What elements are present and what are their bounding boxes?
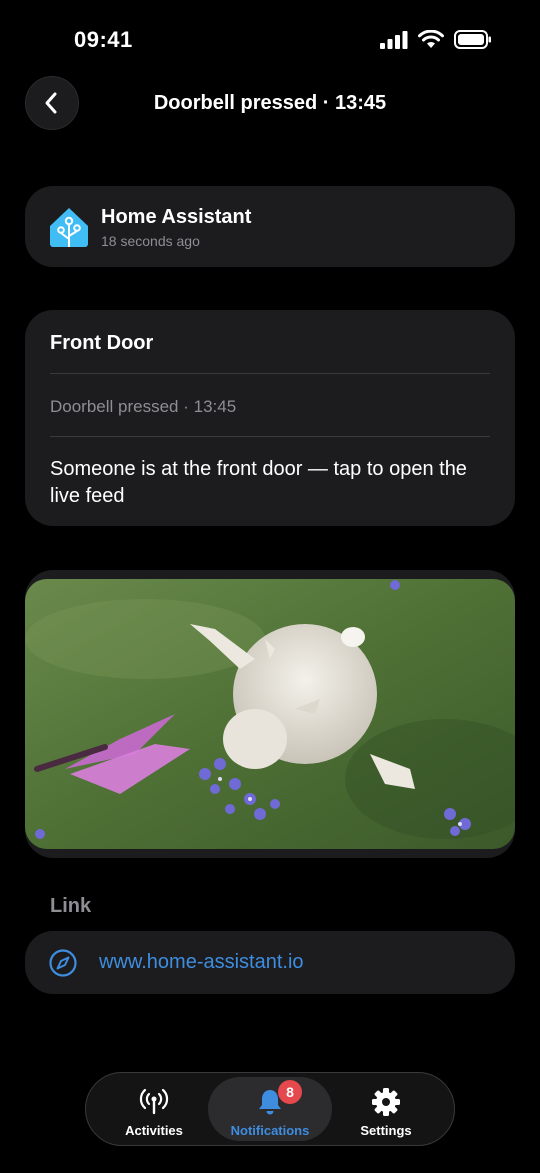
status-time: 09:41 [74,27,133,52]
notification-title: Front Door [50,332,154,354]
compass-icon [49,949,77,977]
status-bar: 09:41 [0,0,540,80]
antenna-icon [139,1088,169,1115]
app-name: Home Assistant [101,206,252,228]
link-row[interactable]: www.home-assistant.io [25,931,515,994]
status-icons [380,30,492,49]
camera-snapshot-image [25,579,515,849]
tab-activities[interactable]: Activities [92,1077,216,1141]
home-assistant-logo-icon [50,208,88,247]
battery-icon [454,30,491,49]
tab-label: Settings [360,1123,412,1138]
bottom-tab-bar: Activities 8 Notifications Settings [85,1072,455,1146]
wifi-icon [418,30,444,48]
nav-header: Doorbell pressed · 13:45 [0,76,540,132]
notification-count-badge: 8 [278,1080,302,1104]
link-url[interactable]: www.home-assistant.io [99,951,304,974]
notification-subtitle: Doorbell pressed · 13:45 [50,397,237,416]
camera-snapshot-card[interactable] [25,570,515,858]
tab-settings[interactable]: Settings [324,1077,448,1141]
cellular-signal-icon [380,30,408,49]
tab-notifications[interactable]: 8 Notifications [208,1077,332,1141]
tab-label: Notifications [230,1123,310,1138]
app-card: Home Assistant 18 seconds ago [25,186,515,267]
divider [50,373,490,374]
notification-detail-card: Front Door Doorbell pressed · 13:45 Some… [25,310,515,526]
gear-icon [372,1088,400,1116]
page-title: Doorbell pressed · 13:45 [153,92,387,114]
link-section-label: Link [50,895,92,917]
notification-age: 18 seconds ago [101,233,200,249]
notification-message: Someone is at the front door — tap to op… [50,458,467,507]
divider [50,436,490,437]
tab-label: Activities [125,1123,183,1138]
